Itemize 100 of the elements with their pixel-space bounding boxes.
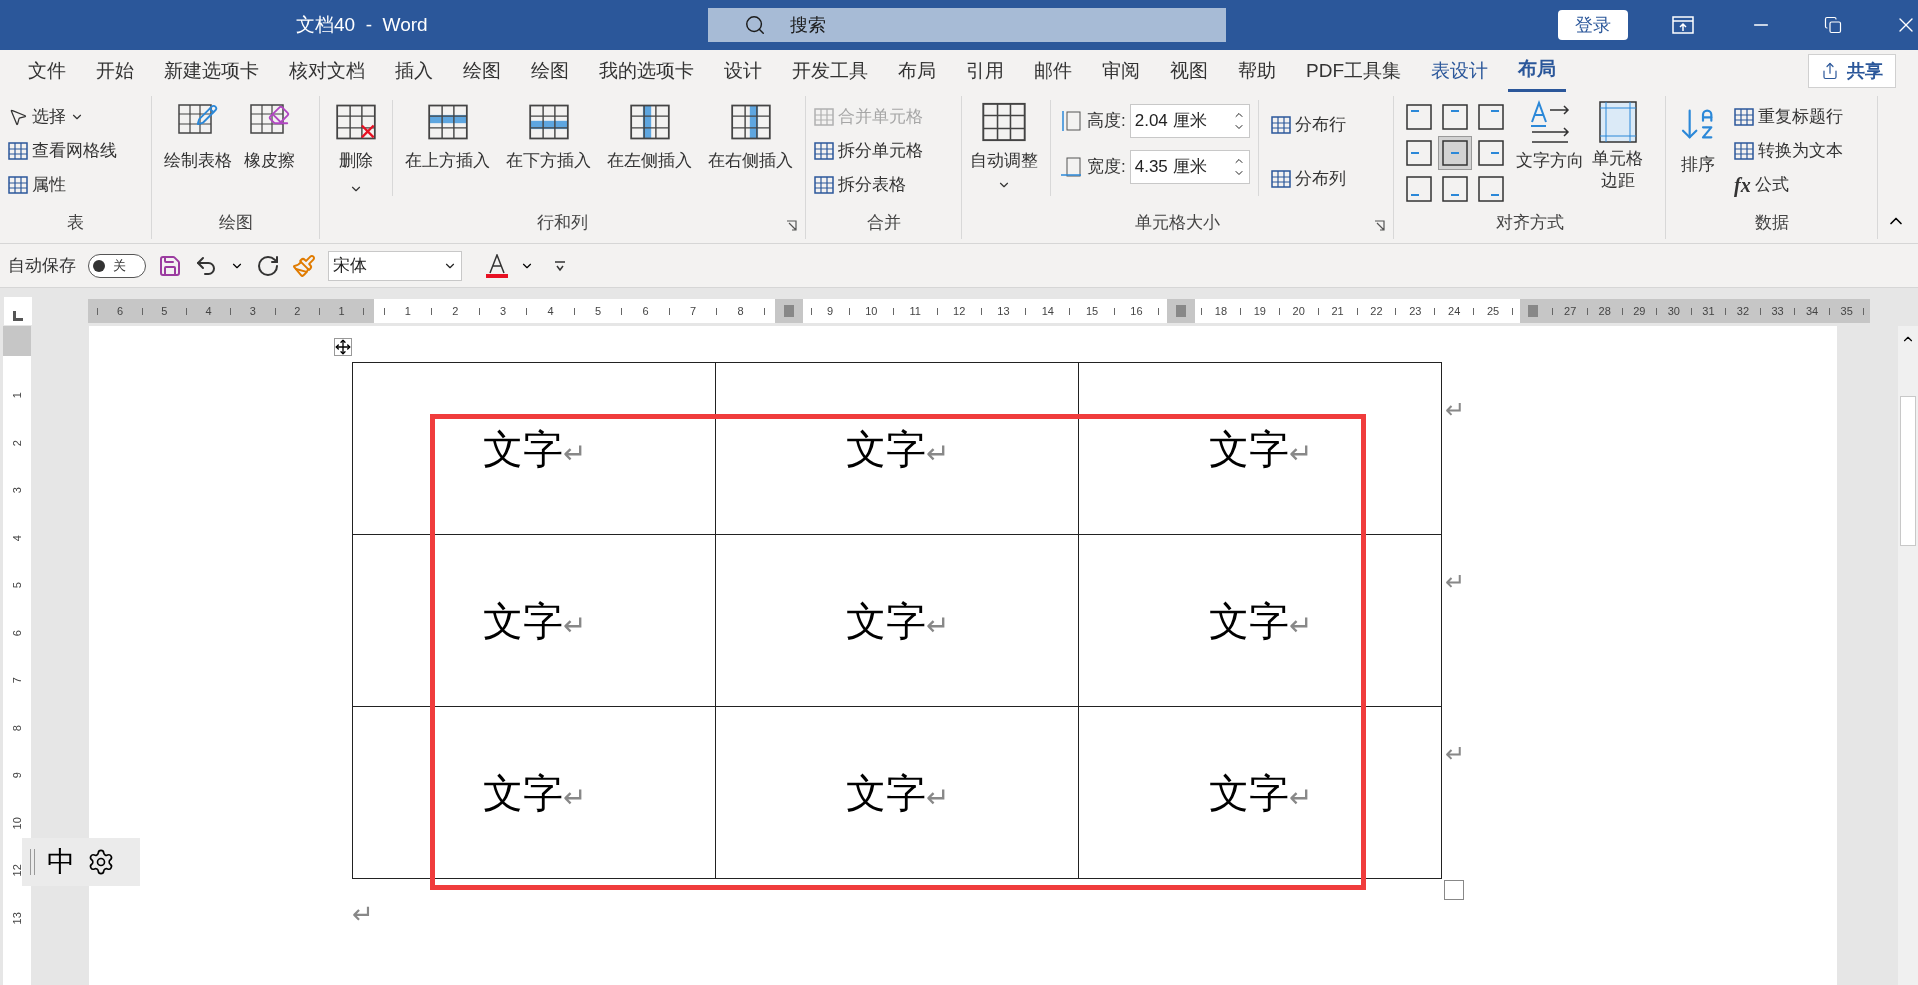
text-direction-button[interactable]: 文字方向 <box>1516 100 1584 206</box>
ribbon-button[interactable]: 重复标题行 <box>1734 100 1843 134</box>
ruler-number: 19 <box>1253 303 1266 319</box>
ribbon-button[interactable]: 拆分单元格 <box>814 134 923 168</box>
ribbon-button[interactable]: 橡皮擦 <box>240 100 299 174</box>
dialog-launcher-icon[interactable] <box>786 220 797 231</box>
table-cell[interactable]: 文字↵ <box>352 362 716 535</box>
table-cell[interactable]: 文字↵ <box>1078 362 1442 535</box>
delete-button[interactable]: 删除 <box>328 100 393 196</box>
align-icon <box>1442 140 1468 166</box>
resize-handle[interactable] <box>1444 880 1464 900</box>
table-icon <box>814 142 834 160</box>
ruler-tab-selector[interactable] <box>4 297 32 325</box>
ribbon-button[interactable]: 在右侧插入 <box>704 100 797 196</box>
ribbon-tab[interactable]: 开发工具 <box>782 50 878 92</box>
save-icon[interactable] <box>158 253 182 278</box>
paragraph-mark: ↵ <box>1288 609 1312 641</box>
ribbon-button[interactable]: 在左侧插入 <box>603 100 696 196</box>
table-cell[interactable]: 文字↵ <box>715 362 1079 535</box>
restore-icon[interactable] <box>1823 16 1842 34</box>
ruler-number: 30 <box>1667 303 1680 319</box>
ribbon-tab[interactable]: 新建选项卡 <box>154 50 269 92</box>
table-icon <box>814 108 834 126</box>
ruler-number: 10 <box>865 303 878 319</box>
ribbon-tab[interactable]: 布局 <box>888 50 946 92</box>
ribbon-tab[interactable]: PDF工具集 <box>1296 50 1411 92</box>
ribbon-display-icon[interactable] <box>1671 16 1694 34</box>
ribbon-button[interactable]: 分布列 <box>1270 162 1346 196</box>
ribbon-tab[interactable]: 表设计 <box>1421 50 1498 92</box>
ribbon-tab[interactable]: 核对文档 <box>279 50 375 92</box>
login-button[interactable]: 登录 <box>1557 10 1628 40</box>
row-end-mark: ↵ <box>1445 396 1465 423</box>
share-button[interactable]: 共享 <box>1808 54 1896 88</box>
autosave-label: 自动保存 <box>8 254 76 277</box>
ribbon-tab[interactable]: 引用 <box>956 50 1014 92</box>
size-field[interactable]: 4.35 厘米 <box>1129 150 1250 184</box>
customize-icon[interactable] <box>554 259 566 272</box>
search-field[interactable]: 搜索 <box>707 8 1226 42</box>
ribbon-button[interactable]: 拆分表格 <box>814 168 923 202</box>
table-move-handle-icon[interactable] <box>334 338 352 356</box>
ribbon-tab[interactable]: 我的选项卡 <box>589 50 704 92</box>
table-cell[interactable]: 文字↵ <box>1078 534 1442 707</box>
ribbon-button[interactable]: 查看网格线 <box>8 134 117 168</box>
ruler-number: 1 <box>338 303 345 319</box>
redo-icon[interactable] <box>256 253 280 278</box>
ribbon-button[interactable]: 绘制表格 <box>160 100 236 174</box>
ruler-number: 9 <box>827 303 834 319</box>
table-cell[interactable]: 文字↵ <box>352 534 716 707</box>
align-button[interactable] <box>1438 136 1472 170</box>
ribbon-tab[interactable]: 绘图 <box>521 50 579 92</box>
ruler-number: 2 <box>452 303 459 319</box>
column-marker[interactable] <box>1519 299 1548 323</box>
group-label: 单元格大小 <box>1134 211 1221 234</box>
font-color-icon[interactable] <box>486 253 508 278</box>
size-field[interactable]: 2.04 厘米 <box>1129 104 1250 138</box>
column-marker[interactable] <box>1167 299 1195 323</box>
ribbon-tab[interactable]: 插入 <box>385 50 443 92</box>
ribbon-button[interactable]: 在上方插入 <box>401 100 494 196</box>
ribbon-button[interactable]: 在下方插入 <box>502 100 595 196</box>
ime-mode[interactable]: 中 <box>47 841 75 883</box>
scroll-thumb[interactable] <box>1900 396 1916 546</box>
ruler-number: 35 <box>1840 303 1853 319</box>
dialog-launcher-icon[interactable] <box>1374 220 1385 231</box>
formula-glyph: fx <box>1734 173 1751 199</box>
table-cell[interactable]: 文字↵ <box>715 706 1079 879</box>
group-label: 表 <box>66 211 85 234</box>
vertical-scrollbar[interactable] <box>1898 326 1918 985</box>
ribbon-tab[interactable]: 审阅 <box>1092 50 1150 92</box>
table-cell[interactable]: 文字↵ <box>715 534 1079 707</box>
ruler-number: 29 <box>1633 303 1646 319</box>
ribbon-tab[interactable]: 帮助 <box>1228 50 1286 92</box>
settings-icon[interactable] <box>87 848 115 876</box>
ribbon-tab[interactable]: 设计 <box>714 50 772 92</box>
column-marker[interactable] <box>775 299 803 323</box>
autofit-button[interactable]: 自动调整 <box>970 100 1051 196</box>
ribbon-tab[interactable]: 文件 <box>18 50 76 92</box>
ribbon-tab[interactable]: 视图 <box>1160 50 1218 92</box>
ribbon-button[interactable]: fx 公式 <box>1734 168 1843 202</box>
ruler-number: 27 <box>1564 303 1577 319</box>
paragraph-mark: ↵ <box>925 781 949 813</box>
ruler-number: 3 <box>249 303 256 319</box>
ribbon-button[interactable]: 选择 <box>8 100 117 134</box>
ribbon-tab[interactable]: 开始 <box>86 50 144 92</box>
font-dropdown[interactable]: 宋体 <box>328 250 462 281</box>
table-grid-icon <box>178 104 212 134</box>
ribbon-button[interactable]: 属性 <box>8 168 117 202</box>
ribbon-tab[interactable]: 绘图 <box>453 50 511 92</box>
ribbon-tab[interactable]: 邮件 <box>1024 50 1082 92</box>
ruler-number: 13 <box>9 911 24 924</box>
autosave-toggle[interactable]: 关 <box>88 253 146 278</box>
paintbrush-icon[interactable] <box>292 253 316 278</box>
text-direction-icon <box>1528 100 1572 144</box>
ribbon-button[interactable]: 转换为文本 <box>1734 134 1843 168</box>
table-cell[interactable]: 文字↵ <box>352 706 716 879</box>
ribbon-button[interactable]: 分布行 <box>1270 108 1346 142</box>
ribbon-button[interactable]: 排序 <box>1674 100 1722 202</box>
cell-margins-button[interactable]: 单元格 边距 <box>1592 100 1643 206</box>
paragraph-mark: ↵ <box>562 781 586 813</box>
ruler-number: 9 <box>9 772 24 779</box>
table-cell[interactable]: 文字↵ <box>1078 706 1442 879</box>
